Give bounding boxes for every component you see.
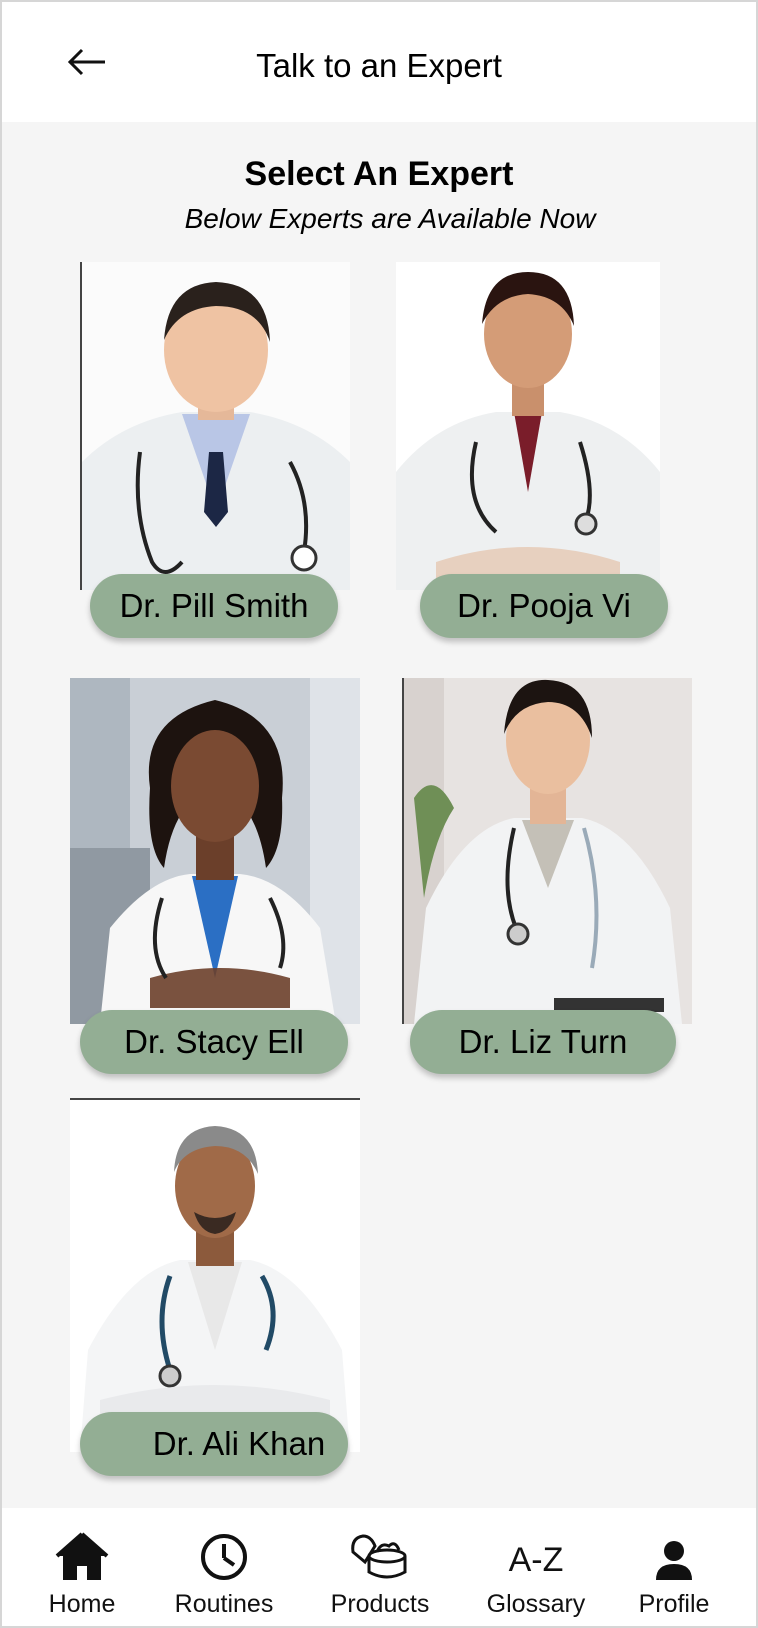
home-icon xyxy=(55,1532,109,1580)
clock-icon xyxy=(201,1534,247,1580)
page-title: Talk to an Expert xyxy=(256,47,502,84)
nav-label: Glossary xyxy=(486,1590,586,1618)
nav-label: Products xyxy=(330,1590,430,1618)
expert-name-button[interactable]: Dr. Pill Smith xyxy=(90,574,338,638)
expert-photo[interactable] xyxy=(80,262,350,590)
a-z-icon: A-Z xyxy=(508,1541,564,1579)
expert-name-button[interactable]: Dr. Pooja Vi xyxy=(420,574,668,638)
nav-item-glossary[interactable]: A-Z Glossary xyxy=(466,1526,606,1626)
expert-name-button[interactable]: Dr. Ali Khan xyxy=(80,1412,348,1476)
header-bar: Talk to an Expert xyxy=(2,2,756,122)
expert-photo[interactable] xyxy=(396,262,660,590)
section-subtitle: Below Experts are Available Now xyxy=(184,203,596,234)
profile-icon xyxy=(656,1541,692,1580)
app-screen: Talk to an Expert Select An Expert Below… xyxy=(0,0,758,1628)
nav-item-products[interactable]: Products xyxy=(310,1526,450,1626)
expert-name-button[interactable]: Dr. Liz Turn xyxy=(410,1010,676,1074)
section-title: Select An Expert xyxy=(244,155,514,193)
expert-photo[interactable] xyxy=(402,678,692,1024)
nav-label: Home xyxy=(48,1590,116,1618)
nav-item-routines[interactable]: Routines xyxy=(154,1526,294,1626)
nav-label: Profile xyxy=(638,1590,710,1618)
products-icon xyxy=(351,1534,407,1579)
bottom-nav: Home Routines Products A-Z Glossary Prof… xyxy=(2,1508,756,1626)
expert-name-button[interactable]: Dr. Stacy Ell xyxy=(80,1010,348,1074)
nav-label: Routines xyxy=(174,1590,274,1618)
nav-item-home[interactable]: Home xyxy=(12,1526,152,1626)
expert-photo[interactable] xyxy=(70,1098,360,1452)
expert-photo[interactable] xyxy=(70,678,360,1024)
nav-item-profile[interactable]: Profile xyxy=(604,1526,744,1626)
